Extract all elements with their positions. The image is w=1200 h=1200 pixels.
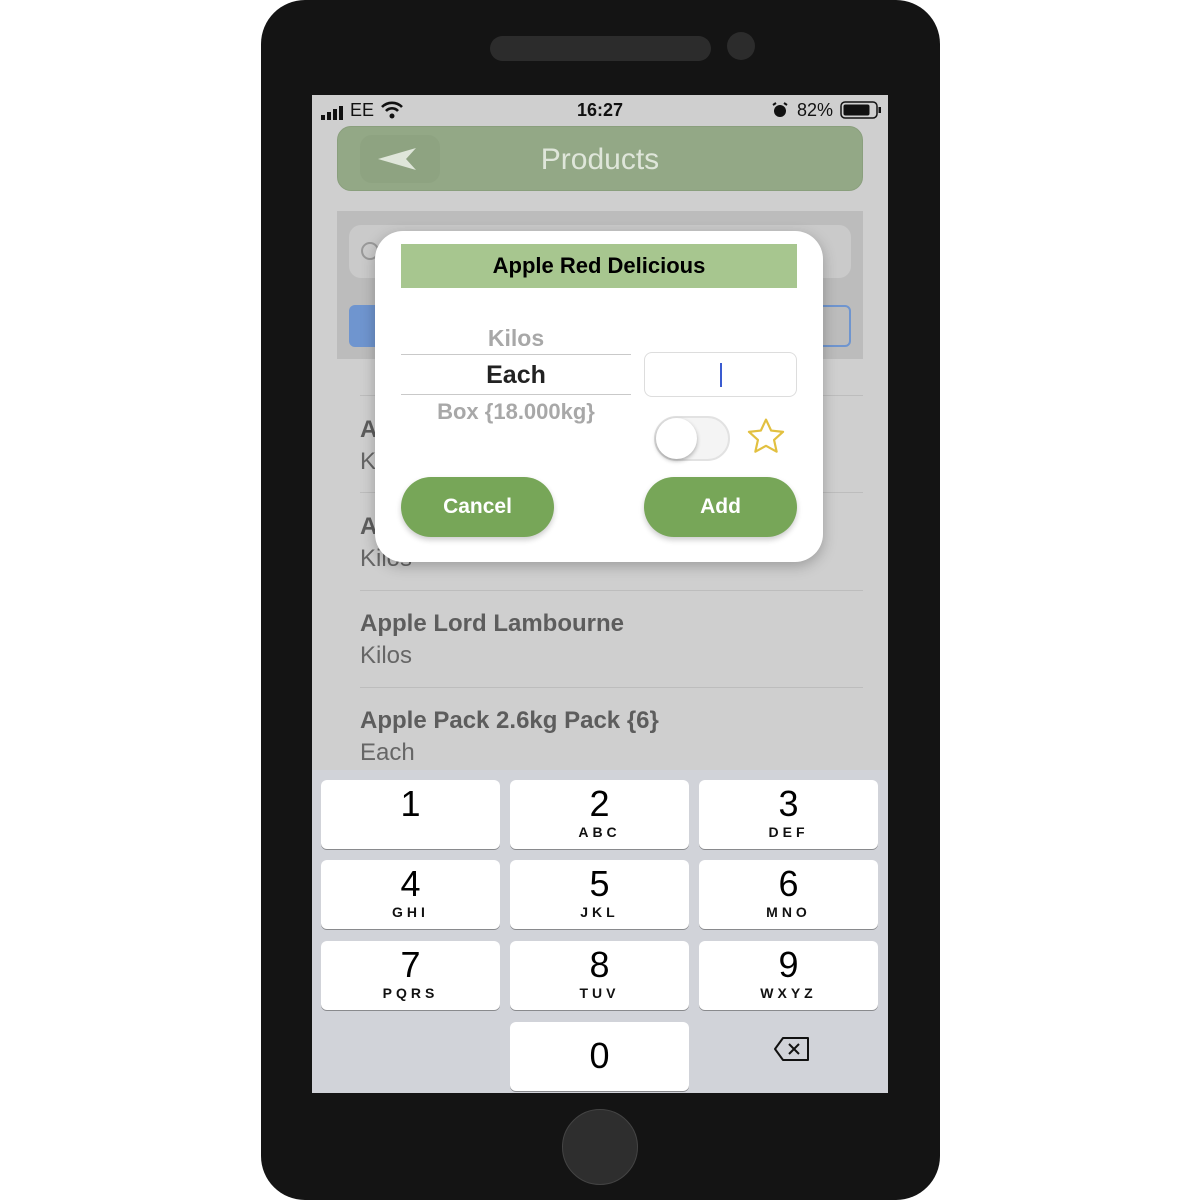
page-title: Products	[540, 143, 660, 176]
cancel-button[interactable]: Cancel	[401, 477, 554, 537]
key-0[interactable]: 0	[510, 1022, 689, 1091]
list-item-title[interactable]: Apple Lord Lambourne	[360, 610, 624, 638]
unit-option-box[interactable]: Box {18.000kg}	[401, 399, 631, 425]
list-item-subtitle: Kilos	[360, 642, 413, 669]
key-2[interactable]: 2 ABC	[510, 780, 689, 849]
key-3[interactable]: 3 DEF	[699, 780, 878, 849]
battery-percent: 82%	[797, 100, 834, 120]
speaker	[490, 36, 711, 61]
picker-line	[401, 354, 631, 355]
divider	[360, 590, 863, 591]
backspace-icon	[774, 1037, 809, 1061]
list-item-subtitle: Each	[360, 739, 415, 766]
home-button[interactable]	[562, 1109, 638, 1185]
toggle-switch[interactable]	[654, 416, 730, 461]
unit-option-kilos[interactable]: Kilos	[401, 325, 631, 352]
camera	[727, 32, 755, 60]
list-item-title[interactable]: Apple Pack 2.6kg Pack {6}	[360, 707, 659, 735]
favorite-star-icon[interactable]	[744, 415, 788, 459]
key-5[interactable]: 5 JKL	[510, 860, 689, 929]
backspace-key[interactable]	[773, 1036, 811, 1067]
key-1[interactable]: 1	[321, 780, 500, 849]
nav-header: Products	[337, 126, 863, 191]
numeric-keypad: 1 2 ABC 3 DEF 4 GHI 5 JKL 6 MNO 7 PQRS 8 TUV 9W…	[312, 770, 888, 1093]
key-4[interactable]: 4 GHI	[321, 860, 500, 929]
add-product-dialog: Apple Red Delicious Kilos Each Box {18.0…	[375, 231, 823, 562]
alarm-icon	[772, 102, 788, 123]
quantity-input[interactable]	[644, 352, 797, 397]
key-7[interactable]: 7 PQRS	[321, 941, 500, 1010]
unit-option-each[interactable]: Each	[401, 361, 631, 390]
text-caret	[720, 363, 722, 387]
toggle-knob	[656, 418, 697, 459]
key-8[interactable]: 8 TUV	[510, 941, 689, 1010]
divider	[360, 687, 863, 688]
add-button[interactable]: Add	[644, 477, 797, 537]
list-item-subtitle: K	[360, 448, 377, 475]
dialog-title: Apple Red Delicious	[401, 244, 797, 288]
battery-icon	[840, 101, 882, 124]
key-6[interactable]: 6 MNO	[699, 860, 878, 929]
picker-line	[401, 394, 631, 395]
key-9[interactable]: 9 WXYZ	[699, 941, 878, 1010]
